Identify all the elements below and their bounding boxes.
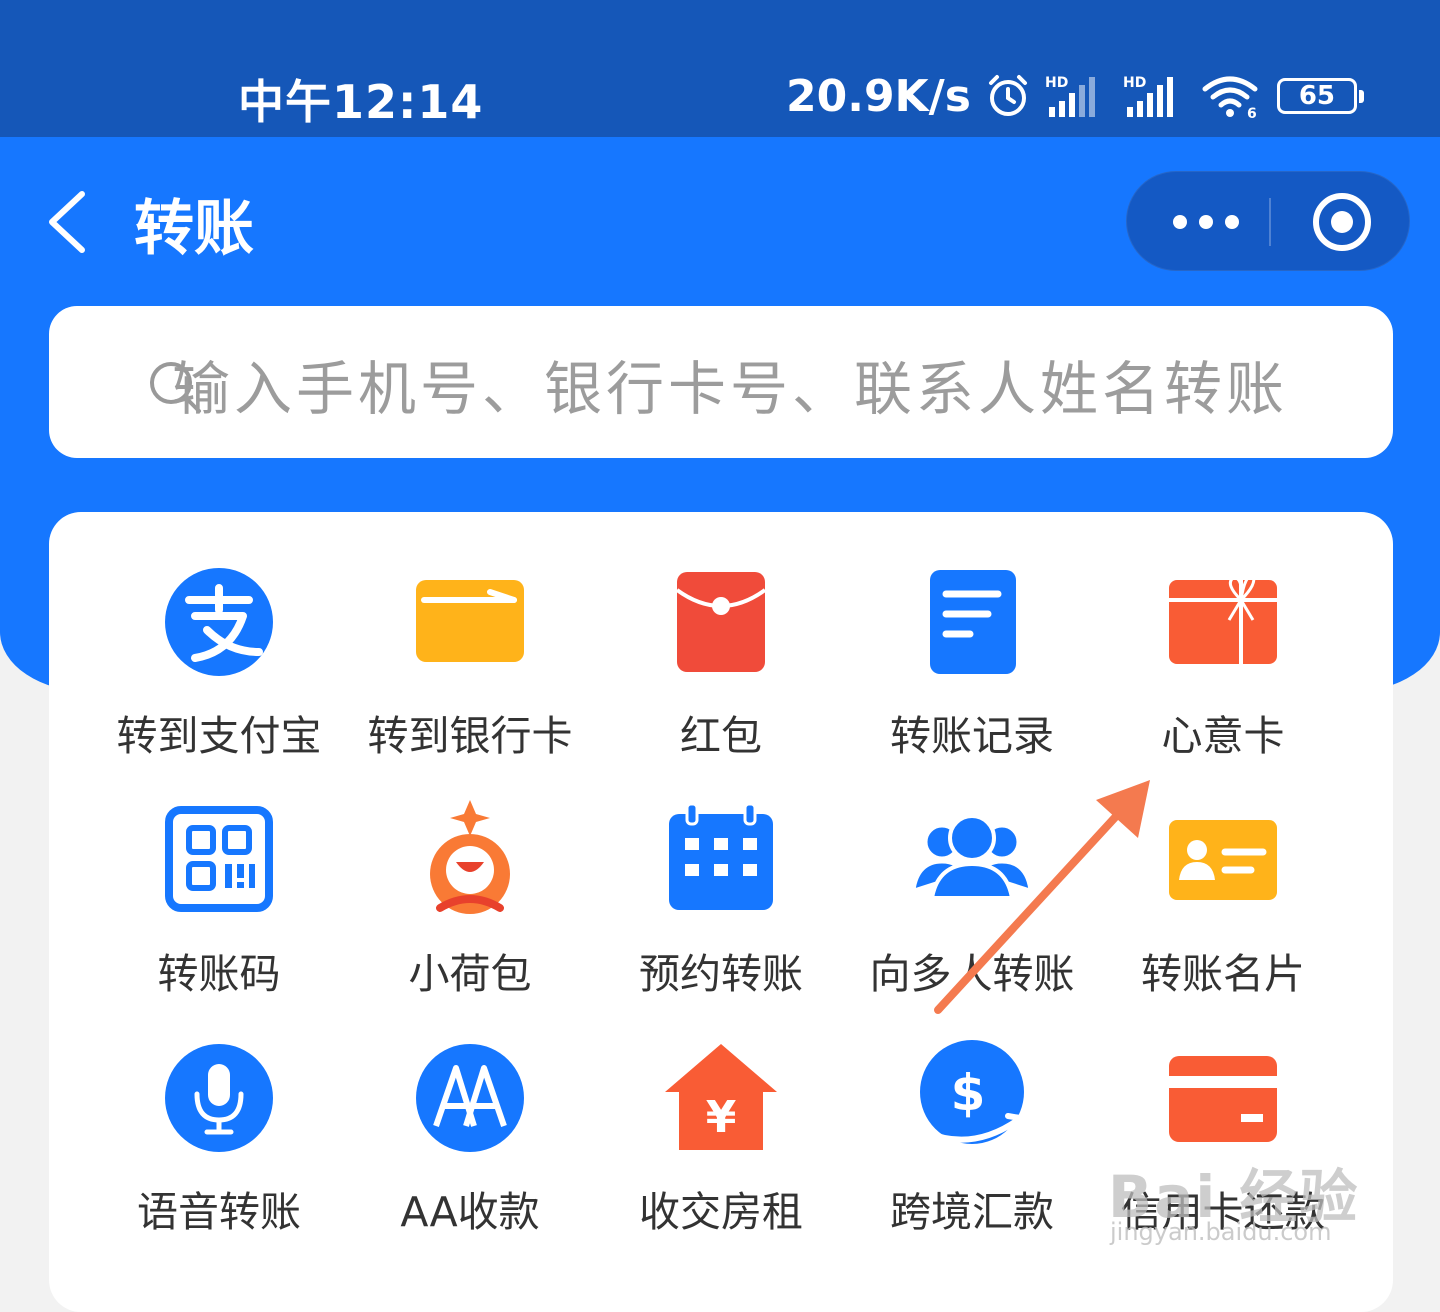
- document-icon: [930, 570, 1016, 674]
- group-people-icon: [912, 814, 1032, 900]
- grid-item-purse[interactable]: 小荷包: [345, 798, 595, 998]
- wifi-icon: 6: [1201, 73, 1259, 119]
- grid-item-label: 跨境汇款: [890, 1188, 1054, 1236]
- alarm-icon: [985, 73, 1031, 119]
- status-time: 中午12:14: [238, 75, 484, 129]
- microphone-icon: [165, 1044, 273, 1152]
- battery-icon: 65: [1276, 78, 1364, 114]
- grid-item-business-card[interactable]: 转账名片: [1098, 798, 1348, 998]
- grid-item-bank-card[interactable]: 转到银行卡: [345, 560, 595, 760]
- grid-item-label: 转账记录: [890, 712, 1054, 760]
- status-bar: 中午12:14 20.9K/s HD HD 6 65: [0, 0, 1440, 137]
- hd-signal-icon: HD: [1123, 73, 1187, 119]
- grid-item-label: 语音转账: [137, 1188, 301, 1236]
- grid-item-voice-transfer[interactable]: 语音转账: [94, 1036, 344, 1236]
- gift-card-icon: [1169, 574, 1277, 664]
- bank-card-icon: [416, 580, 524, 662]
- svg-text:¥: ¥: [706, 1092, 737, 1143]
- svg-text:HD: HD: [1123, 75, 1146, 91]
- capsule-divider: [1269, 198, 1271, 246]
- more-dots-icon[interactable]: [1171, 209, 1241, 239]
- grid-item-label: 红包: [680, 712, 762, 760]
- grid-item-label: 转账名片: [1141, 950, 1305, 998]
- grid-item-gift-card[interactable]: 心意卡: [1098, 560, 1348, 760]
- alipay-icon: [165, 568, 273, 676]
- grid-item-label: 转账码: [157, 950, 281, 998]
- watermark-url: jingyan.baidu.com: [1110, 1218, 1332, 1246]
- dollar-transfer-icon: $: [920, 1040, 1024, 1144]
- hd-signal-icon: HD: [1045, 73, 1109, 119]
- grid-item-label: 小荷包: [408, 950, 532, 998]
- grid-item-scheduled-transfer[interactable]: 预约转账: [596, 798, 846, 998]
- grid-item-label: 心意卡: [1161, 712, 1285, 760]
- house-rent-icon: ¥: [665, 1044, 777, 1150]
- back-chevron-icon[interactable]: [44, 190, 90, 258]
- grid-item-label: 收交房租: [639, 1188, 803, 1236]
- calendar-icon: [669, 802, 773, 910]
- grid-item-alipay[interactable]: 转到支付宝: [94, 560, 344, 760]
- aa-icon: [416, 1044, 524, 1152]
- grid-item-label: 向多人转账: [869, 950, 1075, 998]
- qr-code-icon: [165, 806, 273, 912]
- grid-item-rent[interactable]: ¥ 收交房租: [596, 1036, 846, 1236]
- mini-program-capsule: [1126, 171, 1410, 271]
- grid-item-red-envelope[interactable]: 红包: [596, 560, 846, 760]
- grid-item-label: AA收款: [400, 1188, 540, 1236]
- grid-item-transfer-records[interactable]: 转账记录: [847, 560, 1097, 760]
- grid-item-transfer-code[interactable]: 转账码: [94, 798, 344, 998]
- purse-icon: [430, 800, 510, 914]
- grid-item-label: 预约转账: [639, 950, 803, 998]
- contact-card-icon: [1169, 820, 1277, 900]
- status-indicators: 20.9K/s HD HD 6 65: [786, 66, 1364, 126]
- grid-item-label: 转到支付宝: [116, 712, 322, 760]
- grid-item-aa-collection[interactable]: AA收款: [345, 1036, 595, 1236]
- network-speed: 20.9K/s: [786, 70, 971, 122]
- svg-text:HD: HD: [1045, 75, 1068, 91]
- svg-text:$: $: [951, 1064, 986, 1122]
- search-placeholder: 输入手机号、银行卡号、联系人姓名转账: [172, 355, 1289, 423]
- target-circle-icon[interactable]: [1311, 191, 1373, 257]
- svg-text:6: 6: [1247, 106, 1257, 119]
- grid-item-cross-border[interactable]: $ 跨境汇款: [847, 1036, 1097, 1236]
- red-envelope-icon: [675, 572, 767, 672]
- grid-item-multi-transfer[interactable]: 向多人转账: [847, 798, 1097, 998]
- page-title: 转账: [134, 194, 254, 264]
- credit-card-icon: [1169, 1056, 1277, 1142]
- grid-item-credit-card[interactable]: 信用卡还款: [1098, 1036, 1348, 1236]
- grid-item-label: 转到银行卡: [367, 712, 573, 760]
